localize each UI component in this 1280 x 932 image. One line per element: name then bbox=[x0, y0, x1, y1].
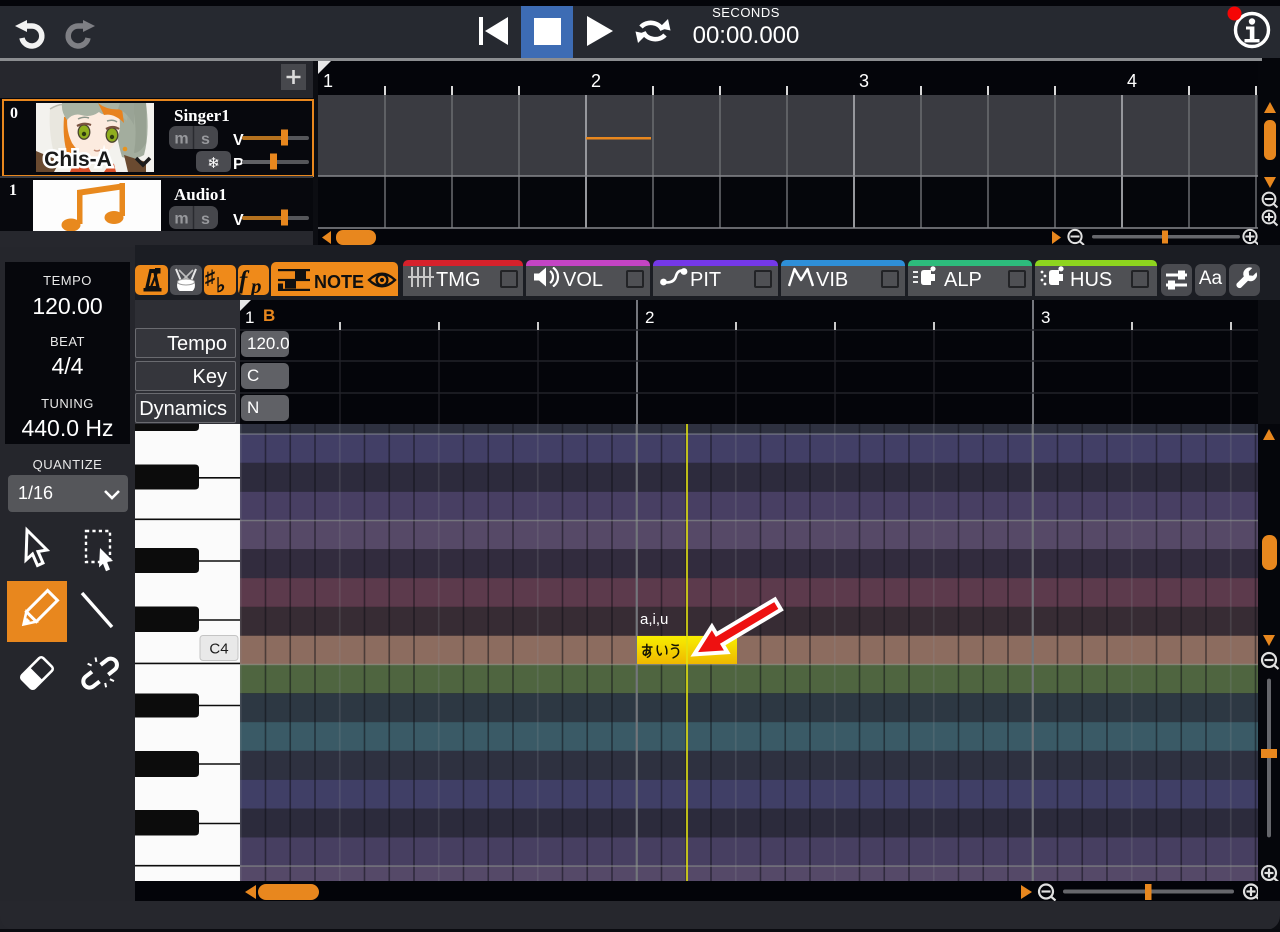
svg-text:1: 1 bbox=[323, 71, 333, 91]
svg-text:2: 2 bbox=[591, 71, 601, 91]
svg-text:p: p bbox=[249, 274, 262, 295]
svg-text:3: 3 bbox=[1041, 308, 1050, 327]
svg-text:a,i,u: a,i,u bbox=[640, 611, 668, 628]
svg-text:❄: ❄ bbox=[207, 155, 220, 172]
svg-text:s: s bbox=[201, 211, 210, 228]
svg-text:m: m bbox=[174, 131, 188, 148]
svg-text:1: 1 bbox=[245, 308, 254, 327]
svg-text:♯: ♯ bbox=[205, 267, 215, 289]
svg-text:C4: C4 bbox=[209, 641, 228, 658]
svg-text:V: V bbox=[233, 212, 244, 229]
svg-text:V: V bbox=[233, 132, 244, 149]
svg-text:m: m bbox=[174, 211, 188, 228]
svg-text:2: 2 bbox=[645, 308, 654, 327]
svg-text:3: 3 bbox=[859, 71, 869, 91]
svg-text:♭: ♭ bbox=[216, 275, 225, 295]
svg-text:P: P bbox=[233, 156, 244, 172]
svg-text:Chis-A: Chis-A bbox=[44, 148, 112, 171]
svg-text:B: B bbox=[263, 306, 275, 325]
svg-text:s: s bbox=[201, 131, 210, 148]
svg-text:4: 4 bbox=[1127, 71, 1137, 91]
svg-text:f: f bbox=[239, 267, 250, 294]
